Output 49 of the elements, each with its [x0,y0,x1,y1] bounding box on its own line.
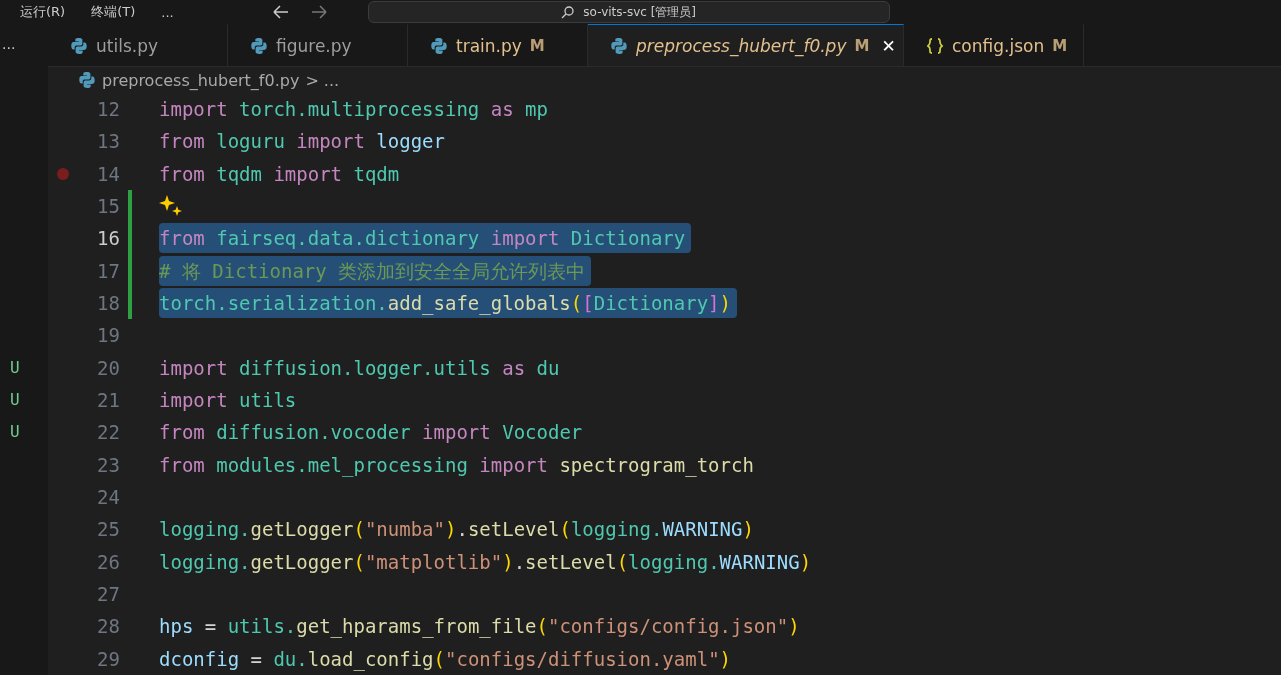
menu-item[interactable]: 运行(R) [20,3,66,21]
menu-item[interactable]: 终端(T) [91,3,136,21]
code-line: hps = utils.get_hparams_from_file("configs/config.json") [159,614,800,640]
line-number: 28 [96,615,120,638]
code-line: dconfig = du.load_config("configs/diffusion.yaml") [159,646,732,673]
line-number: 21 [96,389,120,412]
line-number: 27 [96,583,120,606]
code-line: logging.getLogger("numba").setLevel(logging.WARNING) [159,517,754,543]
python-icon [78,71,96,89]
line-number: 19 [96,324,120,347]
breadcrumb-more[interactable]: > ... [305,70,340,90]
search-icon [561,5,576,19]
line-number: 26 [96,550,120,573]
status-letter: U [9,421,21,444]
breadcrumb-file[interactable]: preprocess_hubert_f0.py [102,70,300,90]
status-letter: U [9,357,21,380]
line-number: 14 [96,162,120,185]
line-number: 20 [96,356,120,379]
line-number: 17 [96,259,120,282]
line-number: 29 [96,647,120,670]
command-center[interactable]: so-vits-svc [管理员] [367,1,890,23]
line-number: 23 [96,453,120,476]
python-icon [70,36,88,55]
python-icon [430,36,448,55]
code-line: from tqdm import tqdm [159,161,400,187]
editor-tab[interactable]: preprocess_hubert_f0.py M ✕ [588,24,904,66]
more-actions[interactable]: ... [0,24,48,58]
menu-item[interactable]: ... [161,4,174,20]
close-icon[interactable]: ✕ [881,35,896,56]
code-line: from loguru import logger [159,129,445,155]
code-line: from diffusion.vocoder import Vocoder [159,420,583,446]
line-number: 12 [96,98,120,121]
line-number: 16 [96,227,120,250]
braces-icon [926,36,944,55]
line-number: 13 [96,130,120,153]
python-icon [610,36,628,55]
line-number: 22 [96,421,120,444]
code-line: from modules.mel_processing import spectrogram_torch [159,452,754,479]
python-icon [250,36,268,55]
code-line: logging.getLogger("matplotlib").setLevel(logging.WARNING) [159,549,812,575]
code-line: import diffusion.logger.utils as du [159,355,560,381]
line-number: 15 [96,195,120,218]
line-number: 18 [96,292,120,315]
line-number: 24 [96,486,120,509]
status-letter: U [9,389,21,412]
window-title: so-vits-svc [管理员] [583,3,697,21]
code-line: import torch.multiprocessing as mp [159,97,548,123]
code-line: import utils [159,388,297,414]
line-number: 25 [96,518,120,541]
